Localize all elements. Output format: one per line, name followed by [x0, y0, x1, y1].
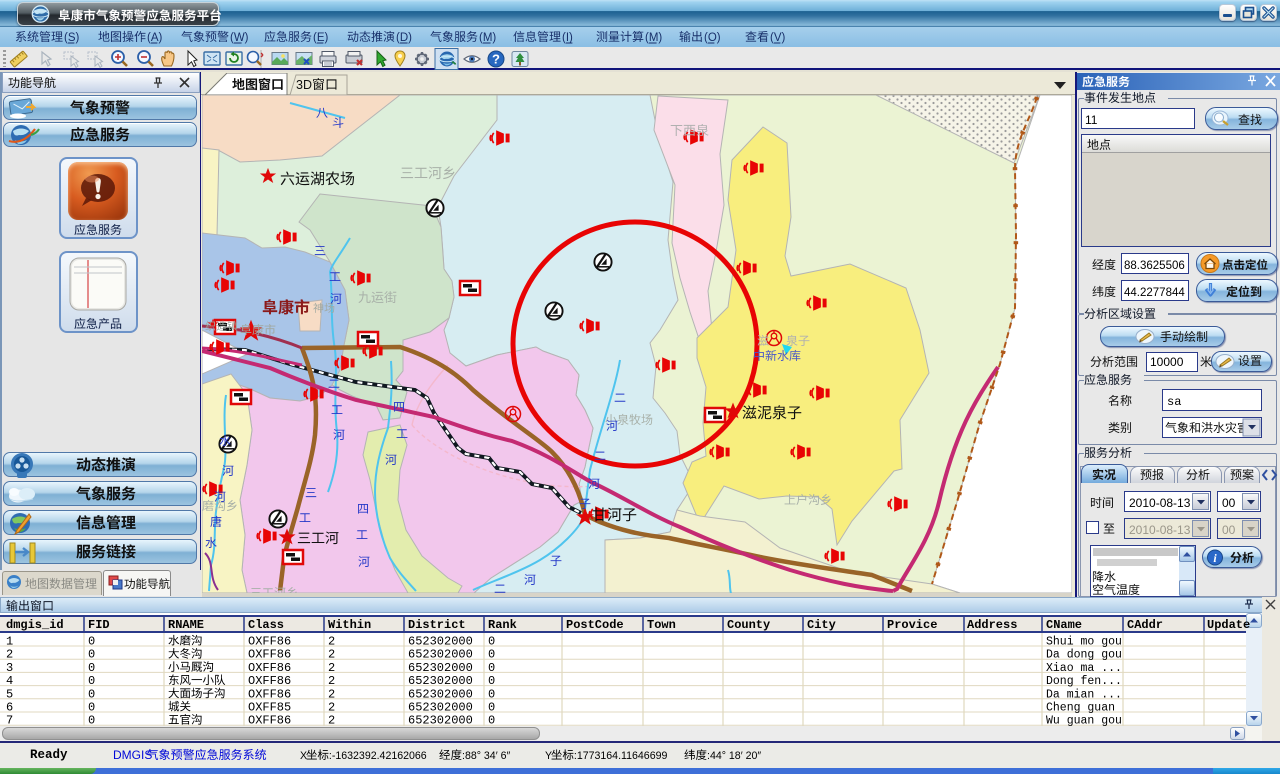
svg-text:?: ?: [492, 52, 500, 67]
